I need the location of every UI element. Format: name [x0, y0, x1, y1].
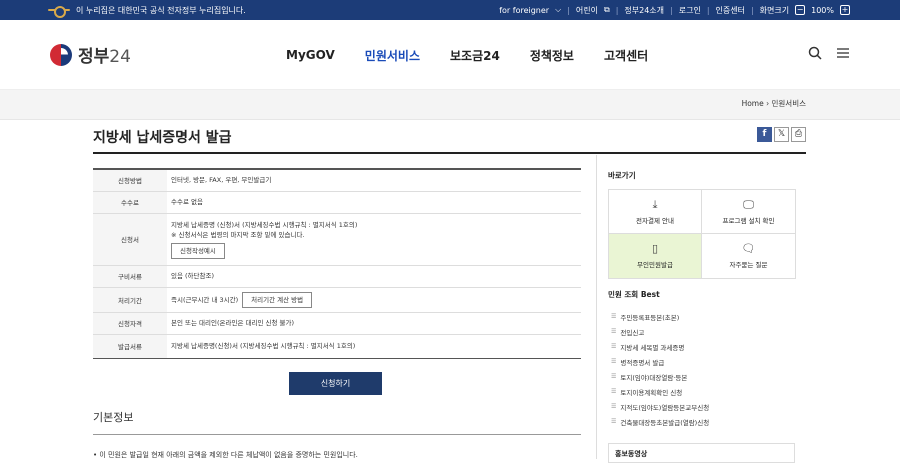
nav-subsidy24[interactable]: 보조금24: [450, 47, 500, 64]
quick-link-program-check[interactable]: 🖵 프로그램 설치 확인: [702, 190, 795, 234]
zoom-out-button[interactable]: −: [795, 5, 806, 15]
quick-link-kiosk[interactable]: ▯ 무인민원발급: [609, 234, 702, 278]
divider: [93, 434, 581, 435]
kiosk-icon: ▯: [651, 242, 659, 255]
chevron-right-icon: ›: [766, 99, 770, 108]
page-title: 지방세 납세증명서 발급: [93, 130, 232, 146]
table-row: 수수료 수수료 없음: [93, 191, 581, 214]
row-value: 본인 또는 대리인(온라인은 대리인 신청 불가): [167, 312, 581, 335]
table-row: 구비서류 있음 (하단참조): [93, 265, 581, 288]
zoom-label: 화면크기: [759, 5, 790, 15]
form-example-button[interactable]: 신청작성예시: [171, 242, 225, 259]
zoom-in-button[interactable]: +: [840, 5, 850, 15]
quick-link-label: 자주묻는 질문: [729, 261, 768, 269]
quick-links: ⤓ 전자결제 안내 🖵 프로그램 설치 확인 ▯ 무인민원발급 🗨 자주묻는 질문: [608, 189, 796, 279]
download-icon: ⤓: [652, 197, 658, 211]
table-row: 발급서류 지방세 납세증명(신청)서 (지방세징수법 시행규칙 : 별지서식 1호…: [93, 334, 581, 359]
list-item[interactable]: 건축물대장등초본발급(열람)신청: [608, 414, 806, 429]
zoom-value: 100%: [811, 5, 834, 15]
logo-text: 정부: [78, 47, 110, 67]
menu-icon[interactable]: [836, 46, 850, 60]
sidebar: 바로가기 ⤓ 전자결제 안내 🖵 프로그램 설치 확인 ▯ 무인민원발급 🗨 자주묻는 …: [596, 155, 806, 459]
gov-emblem-icon: [48, 6, 70, 18]
breadcrumb-home[interactable]: Home: [742, 99, 764, 108]
facebook-icon[interactable]: f: [757, 127, 772, 142]
list-item[interactable]: 주민등록표등본(초본): [608, 309, 806, 324]
service-info: 신청방법 인터넷, 방문, FAX, 우편, 무인발급기 수수료 수수료 없음 신청…: [93, 168, 581, 359]
nav-mygov[interactable]: MyGOV: [286, 48, 335, 62]
basic-info-heading: 기본정보: [93, 411, 134, 424]
monitor-check-icon: 🖵: [743, 197, 754, 211]
taegeuk-icon: [50, 43, 72, 66]
list-item[interactable]: 토지이용계획확인 신청: [608, 384, 806, 399]
row-label: 구비서류: [93, 265, 167, 288]
cert-center-link[interactable]: 인증센터: [716, 5, 745, 16]
application-form-link[interactable]: 지방세 납세증명 (신청)서 (지방세징수법 시행규칙 : 별지서식 1호의): [171, 220, 577, 230]
search-icon[interactable]: [808, 46, 822, 60]
row-label: 발급서류: [93, 334, 167, 359]
site-header: 정부24 MyGOV 민원서비스 보조금24 정책정보 고객센터: [0, 20, 900, 90]
list-item[interactable]: 전입신고: [608, 324, 806, 339]
x-twitter-icon[interactable]: 𝕏: [774, 127, 789, 142]
row-label: 신청자격: [93, 312, 167, 335]
row-label: 수수료: [93, 191, 167, 214]
apply-button[interactable]: 신청하기: [289, 372, 382, 395]
nav-customer-center[interactable]: 고객센터: [604, 47, 648, 64]
row-value: 있음 (하단참조): [167, 265, 581, 288]
quick-link-label: 무인민원발급: [637, 261, 673, 269]
row-value: 인터넷, 방문, FAX, 우편, 무인발급기: [167, 169, 581, 192]
row-value: 수수료 없음: [167, 191, 581, 214]
basic-info-text: 이 민원은 발급일 현재 아래의 금액을 제외한 다른 체납액이 없음을 증명하…: [99, 451, 358, 459]
best-services: 민원 조회 Best 주민등록표등본(초본) 전입신고 지방세 세목별 과세증명…: [608, 289, 806, 429]
form-note: ※ 신청서식은 법령의 마지막 조항 밑에 있습니다.: [171, 230, 305, 239]
kids-link[interactable]: 어린이: [576, 5, 598, 16]
main-nav: MyGOV 민원서비스 보조금24 정책정보 고객센터: [286, 20, 648, 90]
best-services-title: 민원 조회 Best: [608, 290, 660, 299]
list-item[interactable]: 지적도(임야도)열람등본교부신청: [608, 399, 806, 414]
list-item[interactable]: 토지(임야)대장열람·등본: [608, 369, 806, 384]
row-label: 신청서: [93, 213, 167, 266]
nav-policy-info[interactable]: 정책정보: [530, 47, 574, 64]
external-link-icon: ⧉: [603, 5, 610, 14]
chat-icon: 🗨: [741, 242, 756, 255]
list-item[interactable]: 병적증명서 발급: [608, 354, 806, 369]
title-bar: 지방세 납세증명서 발급 f 𝕏 ⎙: [93, 127, 806, 154]
quick-links-title: 바로가기: [608, 171, 636, 180]
gov24-logo[interactable]: 정부24: [50, 42, 131, 67]
table-row: 신청방법 인터넷, 방문, FAX, 우편, 무인발급기: [93, 169, 581, 192]
gov-notice-text: 이 누리집은 대한민국 공식 전자정부 누리집입니다.: [76, 5, 246, 15]
list-item[interactable]: 지방세 세목별 과세증명: [608, 339, 806, 354]
quick-link-faq[interactable]: 🗨 자주묻는 질문: [702, 234, 795, 278]
row-value: 즉시(근무시간 내 3시간): [171, 295, 239, 304]
row-label: 신청방법: [93, 169, 167, 192]
quick-link-epayment[interactable]: ⤓ 전자결제 안내: [609, 190, 702, 234]
quick-link-label: 프로그램 설치 확인: [722, 216, 775, 225]
government-notice-bar: 이 누리집은 대한민국 공식 전자정부 누리집입니다. for foreigne…: [0, 0, 900, 20]
foreigner-link[interactable]: for foreigner: [499, 6, 549, 15]
service-info-table: 신청방법 인터넷, 방문, FAX, 우편, 무인발급기 수수료 수수료 없음 신청…: [93, 168, 581, 359]
row-value: 지방세 납세증명(신청)서 (지방세징수법 시행규칙 : 별지서식 1호의): [167, 334, 581, 359]
table-row: 처리기간 즉시(근무시간 내 3시간) 처리기간 계산 방법: [93, 287, 581, 313]
breadcrumb-current[interactable]: 민원서비스: [772, 99, 807, 108]
table-row: 신청서 지방세 납세증명 (신청)서 (지방세징수법 시행규칙 : 별지서식 1…: [93, 213, 581, 266]
row-label: 처리기간: [93, 287, 167, 313]
promo-video-box[interactable]: 홍보동영상: [608, 443, 795, 463]
nav-civil-service[interactable]: 민원서비스: [365, 47, 420, 64]
logo-number: 24: [109, 47, 131, 67]
breadcrumb: Home › 민원서비스: [742, 98, 806, 109]
about-link[interactable]: 정부24소개: [624, 5, 664, 16]
table-row: 신청자격 본인 또는 대리인(온라인은 대리인 신청 불가): [93, 312, 581, 335]
chevron-down-icon: ⌵: [555, 5, 562, 14]
processing-time-button[interactable]: 처리기간 계산 방법: [242, 291, 313, 308]
quick-link-label: 전자결제 안내: [636, 216, 674, 225]
login-link[interactable]: 로그인: [679, 5, 701, 16]
print-icon[interactable]: ⎙: [791, 127, 806, 142]
